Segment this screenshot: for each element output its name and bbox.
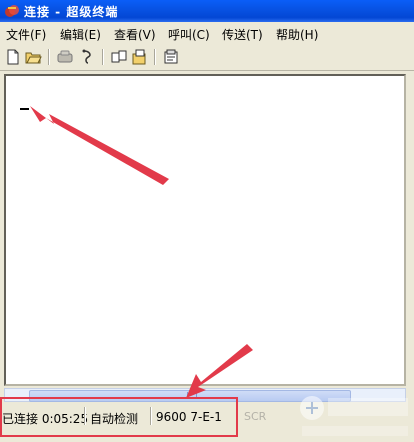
disconnect-icon[interactable] [78,48,96,66]
title-bar[interactable]: 连接 - 超级终端 [0,0,414,22]
scroll-indicator: SCR [244,410,267,423]
new-file-icon[interactable] [4,48,22,66]
menu-call[interactable]: 呼叫(C) [168,26,210,43]
toolbar [0,44,414,71]
menu-help[interactable]: 帮助(H) [276,26,318,43]
menu-transfer[interactable]: 传送(T) [222,26,263,43]
menu-edit[interactable]: 编辑(E) [60,26,101,43]
send-icon[interactable] [110,48,128,66]
site-watermark-logo [300,396,408,436]
hyperterminal-app-icon[interactable] [4,3,20,19]
toolbar-separator [102,49,104,65]
phone-icon[interactable] [56,48,74,66]
toolbar-separator [48,49,50,65]
annotation-highlight-box [0,397,238,437]
toolbar-separator [154,49,156,65]
receive-icon[interactable] [130,48,148,66]
menu-bar: 文件(F) 编辑(E) 查看(V) 呼叫(C) 传送(T) 帮助(H) [0,22,414,45]
text-cursor [20,108,29,110]
window-title: 连接 - 超级终端 [24,5,119,19]
menu-view[interactable]: 查看(V) [114,26,156,43]
terminal-window[interactable] [4,74,406,386]
open-folder-icon[interactable] [24,48,42,66]
vertical-scroll-area[interactable] [406,74,414,386]
properties-icon[interactable] [162,48,180,66]
menu-file[interactable]: 文件(F) [6,26,46,43]
